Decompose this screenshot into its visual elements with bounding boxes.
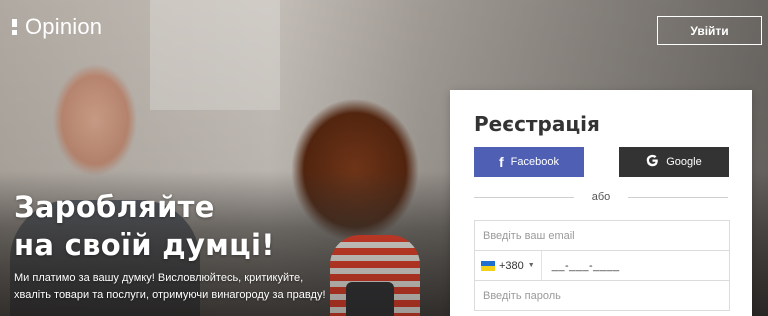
facebook-signup-button[interactable]: f Facebook: [474, 147, 584, 177]
login-button[interactable]: Увійти: [657, 16, 762, 45]
google-label: Google: [666, 156, 702, 168]
logo-text: Opinion: [25, 14, 103, 39]
password-field[interactable]: Введіть пароль: [474, 280, 730, 311]
hero-subtext-line1: Ми платимо за вашу думку! Висловлюйтесь,…: [14, 272, 304, 284]
google-icon: [646, 154, 659, 170]
or-text: або: [591, 191, 611, 203]
ukraine-flag-icon: [481, 260, 495, 271]
country-code-select[interactable]: +380 ▼: [475, 251, 542, 280]
hero-subtext-line2: хваліть товари та послуги, отримуючи вин…: [14, 289, 326, 301]
opinion-logo[interactable]: Opinion: [12, 14, 102, 40]
registration-card: Реєстрація f Facebook Google або Введіть…: [450, 90, 752, 316]
or-divider: або: [474, 190, 729, 204]
email-field[interactable]: Введіть ваш email: [474, 220, 730, 251]
hero-headline-line2: на своїй думці!: [14, 228, 275, 262]
email-placeholder: Введіть ваш email: [483, 229, 575, 242]
hero-headline: Заробляйте на своїй думці!: [14, 188, 314, 264]
divider-line-left: [474, 196, 574, 198]
registration-title: Реєстрація: [474, 112, 600, 136]
chevron-down-icon: ▼: [527, 262, 535, 269]
divider-line-right: [628, 196, 729, 198]
phone-field[interactable]: +380 ▼ __-___-____: [474, 250, 730, 281]
password-placeholder: Введіть пароль: [483, 289, 561, 302]
phone-code: +380: [499, 259, 524, 272]
phone-input[interactable]: __-___-____: [542, 260, 620, 272]
hero-headline-line1: Заробляйте: [14, 190, 215, 224]
google-signup-button[interactable]: Google: [619, 147, 729, 177]
facebook-icon: f: [499, 154, 504, 170]
hero-subtext: Ми платимо за вашу думку! Висловлюйтесь,…: [14, 270, 344, 304]
logo-icon: [12, 19, 17, 35]
facebook-label: Facebook: [510, 156, 559, 168]
